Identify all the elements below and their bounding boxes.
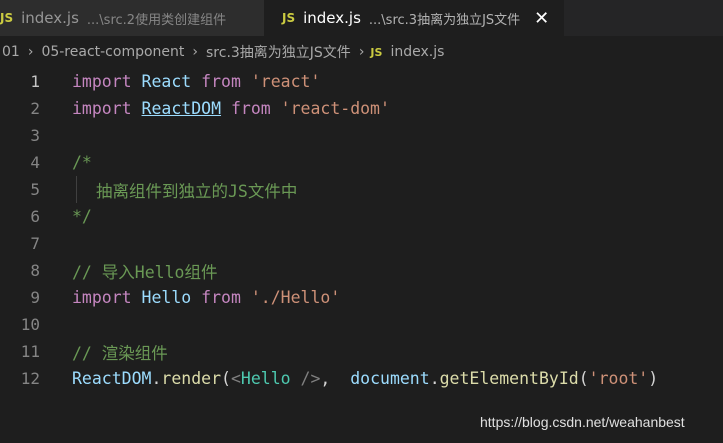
js-file-icon: JS [370, 45, 383, 59]
jsx-tag: Hello [240, 369, 291, 388]
tab-label: index.js [21, 9, 79, 27]
tab-index-js-src3[interactable]: JS index.js ...\src.3抽离为独立JS文件 ✕ [264, 0, 564, 36]
line-number: 8 [30, 261, 40, 280]
comment: // 导入Hello组件 [72, 262, 218, 282]
function-name: render [161, 369, 222, 388]
code-line[interactable]: 11 // 渲染组件 [0, 338, 723, 365]
code-line[interactable]: 3 [0, 122, 723, 149]
line-number: 1 [30, 72, 40, 91]
comment: */ [72, 207, 92, 226]
chevron-right-icon: › [192, 44, 198, 60]
breadcrumb-item-file[interactable]: index.js [390, 44, 444, 60]
line-number: 2 [30, 99, 40, 118]
comment: /* [72, 153, 92, 172]
code-line[interactable]: 4 /* [0, 149, 723, 176]
chevron-right-icon: › [358, 44, 365, 60]
string: 'root' [588, 369, 649, 388]
keyword: import [72, 288, 132, 307]
line-number: 12 [20, 369, 40, 388]
code-editor[interactable]: 1 import React from 'react' 2 import Rea… [0, 68, 723, 443]
punctuation: ( [578, 369, 589, 388]
punctuation: . [429, 369, 440, 388]
line-number: 6 [30, 207, 40, 226]
line-number: 7 [30, 234, 40, 253]
tab-index-js-src2[interactable]: JS index.js ...\src.2使用类创建组件 [0, 0, 264, 36]
breadcrumb-item-folder[interactable]: 05-react-component [41, 44, 184, 60]
line-number: 5 [30, 180, 40, 199]
code-text: ReactDOM.render(<Hello />, document.getE… [72, 369, 658, 388]
tab-bar: JS index.js ...\src.2使用类创建组件 JS index.js… [0, 0, 723, 36]
code-line[interactable]: 6 */ [0, 203, 723, 230]
keyword: from [201, 72, 241, 91]
chevron-right-icon: › [27, 44, 34, 60]
identifier: ReactDOM [141, 99, 222, 118]
tab-path: ...\src.2使用类创建组件 [86, 12, 227, 28]
jsx-bracket: < [230, 369, 241, 388]
jsx-bracket: /> [290, 369, 321, 388]
identifier: React [141, 72, 192, 91]
js-file-icon: JS [0, 11, 14, 25]
code-line[interactable]: 1 import React from 'react' [0, 68, 723, 95]
string: 'react-dom' [280, 99, 390, 118]
code-line[interactable]: 12 ReactDOM.render(<Hello />, document.g… [0, 365, 723, 392]
indent-guide [76, 176, 77, 203]
comment: 抽离组件到独立的JS文件中 [96, 181, 298, 201]
breadcrumb-item-subfolder[interactable]: src.3抽离为独立JS文件 [206, 42, 351, 62]
code-line[interactable]: 9 import Hello from './Hello' [0, 284, 723, 311]
line-number: 9 [30, 288, 40, 307]
punctuation: , [320, 369, 351, 388]
code-line[interactable]: 7 [0, 230, 723, 257]
line-number: 11 [20, 342, 40, 361]
punctuation: ) [648, 369, 659, 388]
close-icon[interactable]: ✕ [534, 8, 549, 29]
code-line[interactable]: 10 [0, 311, 723, 338]
code-line[interactable]: 2 import ReactDOM from 'react-dom' [0, 95, 723, 122]
keyword: from [201, 288, 241, 307]
line-number: 3 [30, 126, 40, 145]
breadcrumb: 01 › 05-react-component › src.3抽离为独立JS文件… [0, 36, 723, 68]
identifier: ReactDOM [72, 369, 152, 388]
identifier: document [350, 369, 430, 388]
comment: // 渲染组件 [72, 343, 168, 363]
punctuation: . [151, 369, 162, 388]
tab-path: ...\src.3抽离为独立JS文件 [368, 12, 521, 28]
punctuation: ( [221, 369, 231, 388]
string: './Hello' [250, 288, 341, 307]
function-name: getElementById [439, 369, 579, 388]
code-text: import Hello from './Hello' [72, 288, 340, 307]
line-number: 10 [20, 315, 40, 334]
identifier: Hello [141, 288, 192, 307]
tab-label: index.js [303, 9, 361, 27]
line-number: 4 [30, 153, 40, 172]
code-text: import ReactDOM from 'react-dom' [72, 99, 390, 118]
code-line[interactable]: 8 // 导入Hello组件 [0, 257, 723, 284]
watermark: https://blog.csdn.net/weahanbest [480, 414, 685, 430]
keyword: from [230, 99, 271, 118]
keyword: import [72, 72, 132, 91]
breadcrumb-item-root[interactable]: 01 [2, 44, 20, 60]
code-text: import React from 'react' [72, 72, 320, 91]
js-file-icon: JS [282, 11, 296, 25]
string: 'react' [250, 72, 321, 91]
code-line[interactable]: 5 抽离组件到独立的JS文件中 [0, 176, 723, 203]
keyword: import [72, 99, 132, 118]
